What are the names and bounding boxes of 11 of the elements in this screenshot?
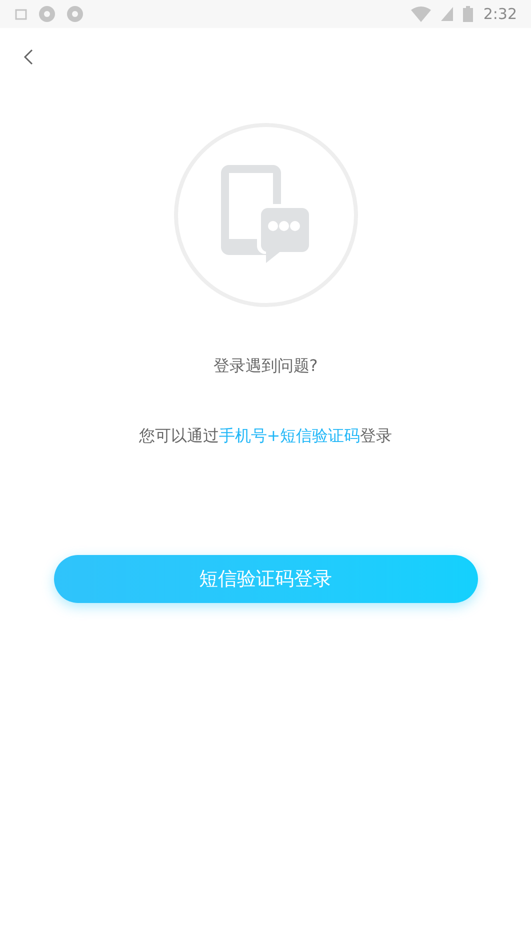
phone-message-icon: [174, 123, 358, 307]
trouble-title: 登录遇到问题?: [213, 355, 318, 377]
clipboard-icon: [14, 7, 28, 21]
sms-login-button[interactable]: 短信验证码登录: [54, 555, 478, 603]
status-time: 2:32: [483, 4, 517, 25]
app-icon: [38, 5, 56, 23]
battery-icon: [463, 6, 474, 22]
hint-text: 您可以通过手机号+短信验证码登录: [138, 425, 392, 447]
wifi-icon: [411, 6, 432, 22]
app-icon: [66, 5, 84, 23]
no-signal-icon: [441, 7, 454, 21]
